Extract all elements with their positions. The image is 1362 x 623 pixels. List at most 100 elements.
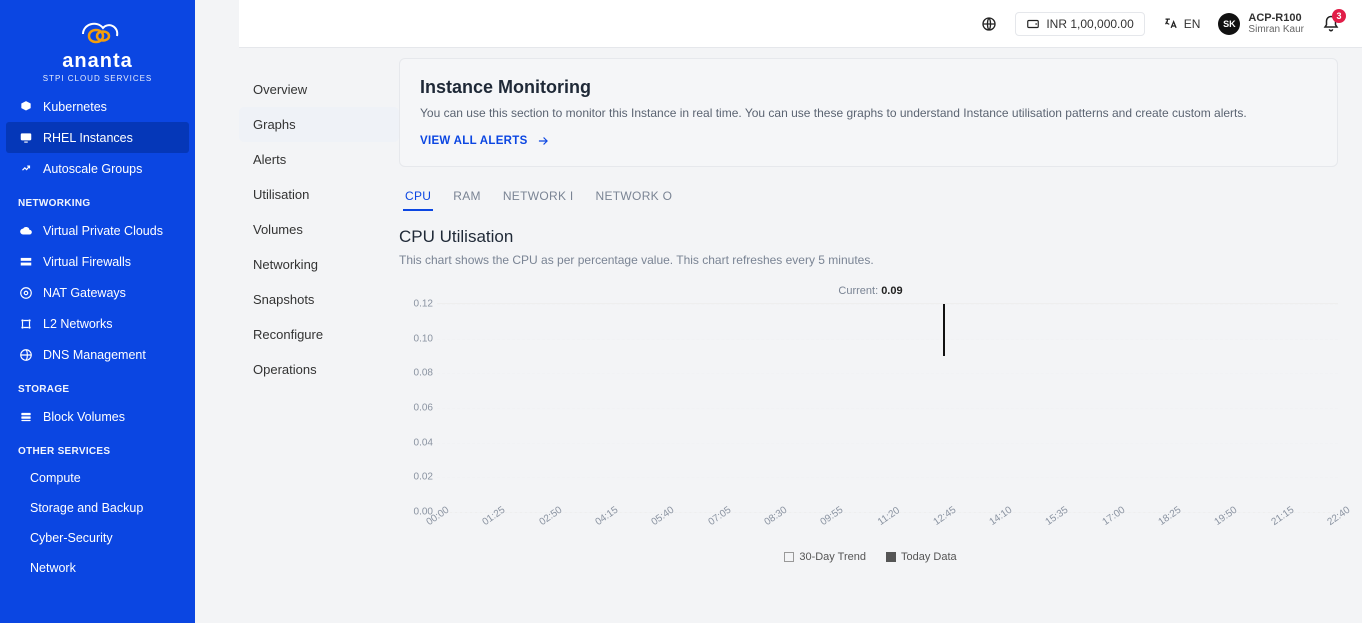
subnav-operations[interactable]: Operations xyxy=(239,352,399,387)
sidebar-item-label: Network xyxy=(30,561,76,575)
tab-network-o[interactable]: NETWORK O xyxy=(594,183,675,211)
translate-icon xyxy=(1163,16,1178,31)
gridline xyxy=(437,408,1338,409)
sidebar-section-storage: STORAGE xyxy=(0,370,195,401)
arrow-right-icon xyxy=(536,134,550,148)
sidebar-item-dns-management[interactable]: DNS Management xyxy=(0,339,195,370)
sidebar-item-rhel-instances[interactable]: RHEL Instances xyxy=(6,122,189,153)
sidebar-item-label: Virtual Private Clouds xyxy=(43,224,163,238)
gridline xyxy=(437,339,1338,340)
subnav-networking[interactable]: Networking xyxy=(239,247,399,282)
avatar: SK xyxy=(1218,13,1240,35)
l2-icon xyxy=(18,316,33,331)
cpu-chart-card: CPU Utilisation This chart shows the CPU… xyxy=(399,227,1338,563)
autoscale-icon xyxy=(18,161,33,176)
brand-mark-icon xyxy=(0,14,195,48)
notifications-button[interactable]: 3 xyxy=(1322,15,1340,33)
chart-legend: 30-Day Trend Today Data xyxy=(403,551,1338,563)
sidebar-item-label: Kubernetes xyxy=(43,100,107,114)
language-value: EN xyxy=(1184,17,1201,31)
chart-today-spike xyxy=(943,304,945,356)
user-name: Simran Kaur xyxy=(1248,24,1304,35)
y-tick: 0.08 xyxy=(403,368,433,379)
sidebar-item-autoscale-groups[interactable]: Autoscale Groups xyxy=(0,153,195,184)
sidebar-item-label: Autoscale Groups xyxy=(43,162,142,176)
org-name: ACP-R100 xyxy=(1248,12,1304,24)
globe-icon[interactable] xyxy=(981,16,997,32)
language-switch[interactable]: EN xyxy=(1163,16,1201,31)
monitoring-infobox: Instance Monitoring You can use this sec… xyxy=(399,58,1338,167)
y-tick: 0.10 xyxy=(403,333,433,344)
subnav-overview[interactable]: Overview xyxy=(239,72,399,107)
sidebar-item-label: NAT Gateways xyxy=(43,286,126,300)
kubernetes-icon xyxy=(18,99,33,114)
sidebar-section-other-services: OTHER SERVICES xyxy=(0,432,195,463)
brand-logo: ananta STPI CLOUD SERVICES xyxy=(0,0,195,91)
sidebar-item-cyber-security[interactable]: Cyber-Security xyxy=(0,523,195,553)
instance-subnav: OverviewGraphsAlertsUtilisationVolumesNe… xyxy=(239,58,399,613)
sidebar-item-virtual-firewalls[interactable]: Virtual Firewalls xyxy=(0,246,195,277)
tab-ram[interactable]: RAM xyxy=(451,183,483,211)
gridline xyxy=(437,373,1338,374)
gridline xyxy=(437,477,1338,478)
subnav-graphs[interactable]: Graphs xyxy=(239,107,399,142)
sidebar-item-network[interactable]: Network xyxy=(0,553,195,583)
sidebar-item-label: DNS Management xyxy=(43,348,146,362)
sidebar-item-compute[interactable]: Compute xyxy=(0,463,195,493)
balance-value: INR 1,00,000.00 xyxy=(1046,17,1133,31)
sidebar-item-storage-and-backup[interactable]: Storage and Backup xyxy=(0,493,195,523)
tab-cpu[interactable]: CPU xyxy=(403,183,433,211)
topbar: INR 1,00,000.00 EN SK ACP-R100 Simran Ka… xyxy=(239,0,1362,48)
subnav-utilisation[interactable]: Utilisation xyxy=(239,177,399,212)
sidebar: ananta STPI CLOUD SERVICES Kubernetes RHE… xyxy=(0,0,195,623)
infobox-title: Instance Monitoring xyxy=(420,77,1317,98)
brand-name: ananta xyxy=(0,50,195,73)
gridline xyxy=(437,304,1338,305)
sidebar-item-label: RHEL Instances xyxy=(43,131,133,145)
sidebar-item-label: Cyber-Security xyxy=(30,531,113,545)
sidebar-section-networking: NETWORKING xyxy=(0,184,195,215)
volume-icon xyxy=(18,409,33,424)
subnav-alerts[interactable]: Alerts xyxy=(239,142,399,177)
account-menu[interactable]: SK ACP-R100 Simran Kaur xyxy=(1218,12,1304,35)
view-all-alerts-link[interactable]: VIEW ALL ALERTS xyxy=(420,134,1317,148)
y-tick: 0.02 xyxy=(403,472,433,483)
infobox-body: You can use this section to monitor this… xyxy=(420,106,1317,120)
subnav-reconfigure[interactable]: Reconfigure xyxy=(239,317,399,352)
notification-count: 3 xyxy=(1332,9,1346,23)
rhel-icon xyxy=(18,130,33,145)
chart-current-value: Current: 0.09 xyxy=(403,285,1338,297)
legend-trend[interactable]: 30-Day Trend xyxy=(784,551,866,563)
sidebar-item-label: L2 Networks xyxy=(43,317,112,331)
sidebar-item-virtual-private-clouds[interactable]: Virtual Private Clouds xyxy=(0,215,195,246)
instance-panel: Instance Monitoring You can use this sec… xyxy=(399,58,1338,613)
chart-tabs: CPU RAM NETWORK I NETWORK O xyxy=(399,183,1338,211)
chart-title: CPU Utilisation xyxy=(399,227,1338,247)
wallet-icon xyxy=(1026,17,1040,31)
sidebar-item-l2-networks[interactable]: L2 Networks xyxy=(0,308,195,339)
view-all-alerts-label: VIEW ALL ALERTS xyxy=(420,135,528,147)
brand-subtitle: STPI CLOUD SERVICES xyxy=(0,74,195,83)
chart-x-axis: 00:0001:2502:5004:1505:4007:0508:3009:55… xyxy=(437,513,1338,531)
gridline xyxy=(437,443,1338,444)
firewall-icon xyxy=(18,254,33,269)
subnav-volumes[interactable]: Volumes xyxy=(239,212,399,247)
sidebar-item-label: Compute xyxy=(30,471,81,485)
sidebar-item-label: Block Volumes xyxy=(43,410,125,424)
legend-today[interactable]: Today Data xyxy=(886,551,957,563)
nat-icon xyxy=(18,285,33,300)
dns-icon xyxy=(18,347,33,362)
y-tick: 0.04 xyxy=(403,437,433,448)
sidebar-item-label: Storage and Backup xyxy=(30,501,143,515)
sidebar-item-label: Virtual Firewalls xyxy=(43,255,131,269)
tab-network-i[interactable]: NETWORK I xyxy=(501,183,576,211)
sidebar-item-kubernetes[interactable]: Kubernetes xyxy=(0,91,195,122)
subnav-snapshots[interactable]: Snapshots xyxy=(239,282,399,317)
sidebar-item-nat-gateways[interactable]: NAT Gateways xyxy=(0,277,195,308)
sidebar-item-block-volumes[interactable]: Block Volumes xyxy=(0,401,195,432)
chart-plot-area: 0.000.020.040.060.080.100.12 xyxy=(437,303,1338,513)
y-tick: 0.06 xyxy=(403,403,433,414)
chart-subtitle: This chart shows the CPU as per percenta… xyxy=(399,253,1338,267)
y-tick: 0.12 xyxy=(403,299,433,310)
balance-pill[interactable]: INR 1,00,000.00 xyxy=(1015,12,1144,36)
